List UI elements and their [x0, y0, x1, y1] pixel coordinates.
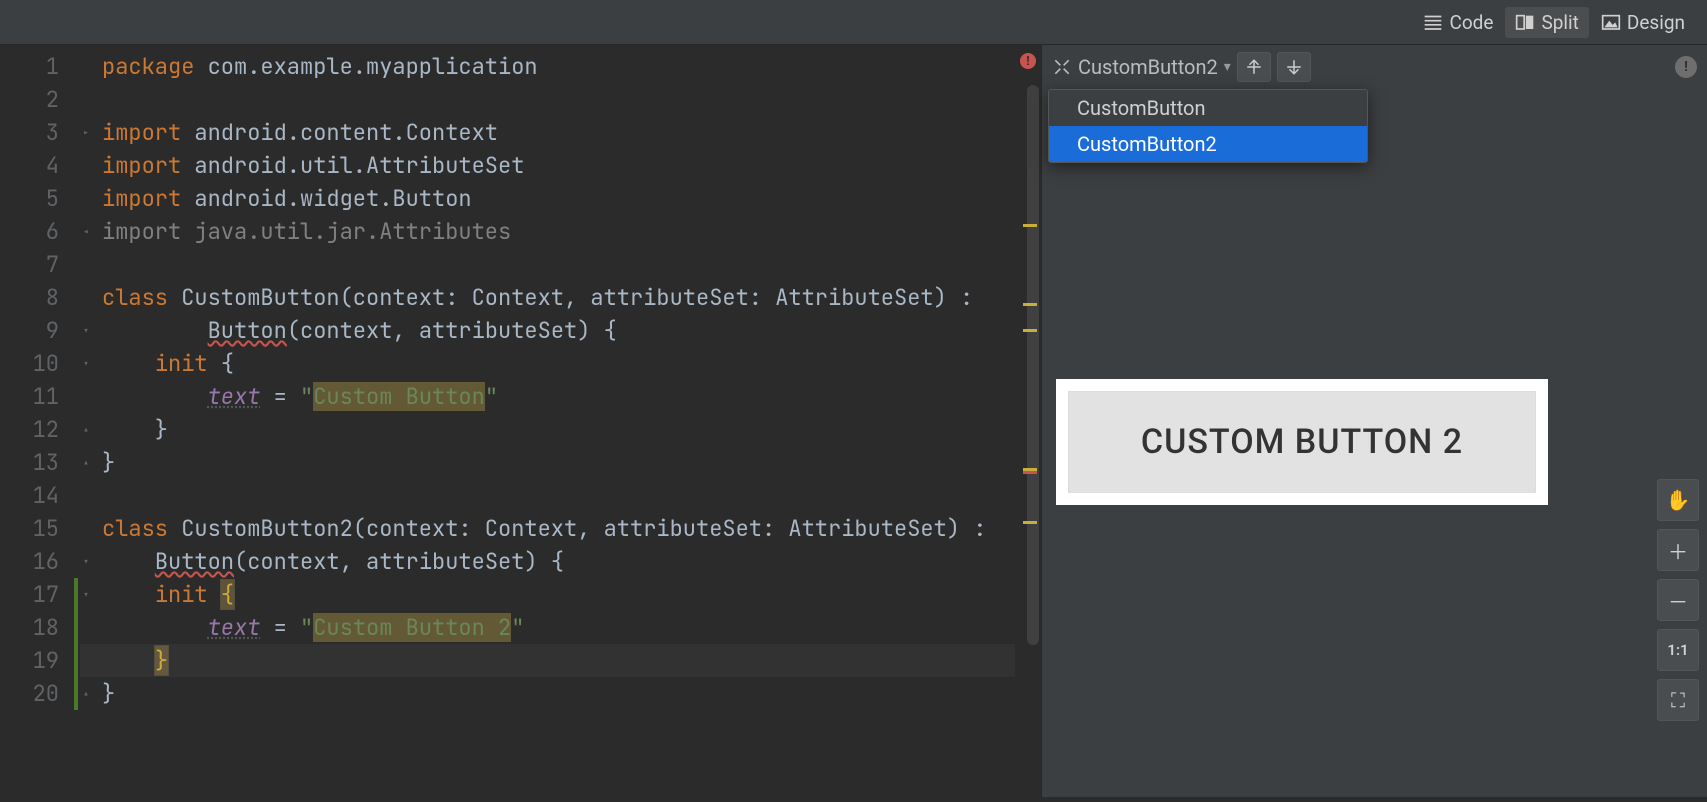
code-line[interactable]: class CustomButton(context: Context, att…	[80, 281, 1015, 314]
line-number: 15	[0, 512, 59, 545]
marker-warning[interactable]	[1023, 329, 1037, 332]
code-lines[interactable]: package com.example.myapplication import …	[78, 45, 1015, 797]
line-number: 9	[0, 314, 59, 347]
preview-toolbar: CustomButton2 ▾ !	[1042, 45, 1707, 89]
image-icon	[1601, 13, 1621, 31]
editor-scrollbar[interactable]	[1027, 85, 1039, 645]
marker-error[interactable]	[1023, 471, 1037, 474]
zoom-1to1-button[interactable]: 1:1	[1657, 629, 1699, 671]
code-mode-label: Code	[1449, 11, 1493, 34]
preview-option[interactable]: CustomButton	[1049, 90, 1367, 126]
code-line[interactable]	[80, 83, 1015, 116]
rendered-custom-button[interactable]: CUSTOM BUTTON 2	[1068, 391, 1536, 493]
code-line[interactable]: text = "Custom Button 2"	[80, 611, 1015, 644]
line-number: 7	[0, 248, 59, 281]
code-line[interactable]: import android.content.Context	[80, 116, 1015, 149]
lines-icon	[1423, 13, 1443, 31]
line-number: 2	[0, 83, 59, 116]
code-line[interactable]	[80, 479, 1015, 512]
code-line[interactable]: init {	[80, 347, 1015, 380]
preview-zoom-tools: ✋ ＋ － 1:1 ⛶	[1657, 479, 1699, 721]
fit-screen-icon: ⛶	[1671, 688, 1685, 712]
line-number: 8	[0, 281, 59, 314]
preview-panel: CustomButton2 ▾ ! CustomButtonCustomButt…	[1041, 45, 1707, 797]
code-line[interactable]: }	[80, 413, 1015, 446]
line-number: 6	[0, 215, 59, 248]
split-mode-tab[interactable]: Split	[1505, 7, 1588, 38]
line-number-gutter: 1234567891011121314151617181920	[0, 45, 78, 797]
orientation-button-2[interactable]	[1277, 52, 1311, 82]
line-number: 16	[0, 545, 59, 578]
one-to-one-label: 1:1	[1667, 641, 1688, 659]
line-number: 4	[0, 149, 59, 182]
code-line[interactable]: }	[80, 677, 1015, 710]
preview-canvas[interactable]: CUSTOM BUTTON 2 ✋ ＋ － 1:1 ⛶	[1042, 89, 1707, 797]
preview-selector-dropdown[interactable]: CustomButtonCustomButton2	[1048, 89, 1368, 163]
marker-warning[interactable]	[1023, 224, 1037, 227]
view-mode-toolbar: Code Split Design	[0, 0, 1707, 45]
code-line[interactable]: init {	[80, 578, 1015, 611]
code-mode-tab[interactable]: Code	[1413, 7, 1503, 38]
line-number: 10	[0, 347, 59, 380]
preview-selector-label: CustomButton2	[1078, 55, 1218, 79]
preview-device-frame: CUSTOM BUTTON 2	[1056, 379, 1548, 505]
zoom-in-button[interactable]: ＋	[1657, 529, 1699, 571]
split-icon	[1515, 13, 1535, 31]
line-number: 3	[0, 116, 59, 149]
editor-marker-strip: !	[1015, 45, 1041, 797]
line-number: 12	[0, 413, 59, 446]
code-line[interactable]: class CustomButton2(context: Context, at…	[80, 512, 1015, 545]
code-line[interactable]: import java.util.jar.Attributes	[80, 215, 1015, 248]
split-mode-label: Split	[1541, 11, 1578, 34]
pan-tool-button[interactable]: ✋	[1657, 479, 1699, 521]
hand-icon: ✋	[1666, 488, 1691, 512]
code-line[interactable]: }	[80, 644, 1015, 677]
plus-icon: ＋	[1668, 536, 1688, 565]
code-line[interactable]: import android.util.AttributeSet	[80, 149, 1015, 182]
marker-warning[interactable]	[1023, 303, 1037, 306]
marker-warning[interactable]	[1023, 521, 1037, 524]
line-number: 18	[0, 611, 59, 644]
error-indicator-icon[interactable]: !	[1020, 53, 1036, 69]
preview-view-selector[interactable]: CustomButton2 ▾	[1052, 55, 1231, 79]
code-line[interactable]: text = "Custom Button"	[80, 380, 1015, 413]
line-number: 11	[0, 380, 59, 413]
chevron-down-icon: ▾	[1224, 59, 1231, 75]
line-number: 1	[0, 50, 59, 83]
line-number: 19	[0, 644, 59, 677]
orientation-button-1[interactable]	[1237, 52, 1271, 82]
line-number: 13	[0, 446, 59, 479]
line-number: 20	[0, 677, 59, 710]
code-line[interactable]: Button(context, attributeSet) {	[80, 545, 1015, 578]
line-number: 14	[0, 479, 59, 512]
line-number: 17	[0, 578, 59, 611]
design-mode-tab[interactable]: Design	[1591, 7, 1695, 38]
code-line[interactable]	[80, 248, 1015, 281]
design-tools-icon	[1052, 57, 1072, 77]
preview-option[interactable]: CustomButton2	[1049, 126, 1367, 162]
zoom-fit-button[interactable]: ⛶	[1657, 679, 1699, 721]
minus-icon: －	[1668, 586, 1688, 615]
line-number: 5	[0, 182, 59, 215]
code-line[interactable]: }	[80, 446, 1015, 479]
main-split-container: 1234567891011121314151617181920 ▸◂▾▾▴▴▾▾…	[0, 45, 1707, 797]
preview-warnings-icon[interactable]: !	[1675, 56, 1697, 78]
code-line[interactable]: Button(context, attributeSet) {	[80, 314, 1015, 347]
design-mode-label: Design	[1627, 11, 1685, 34]
zoom-out-button[interactable]: －	[1657, 579, 1699, 621]
code-editor[interactable]: 1234567891011121314151617181920 ▸◂▾▾▴▴▾▾…	[0, 45, 1041, 797]
code-line[interactable]: import android.widget.Button	[80, 182, 1015, 215]
code-line[interactable]: package com.example.myapplication	[80, 50, 1015, 83]
